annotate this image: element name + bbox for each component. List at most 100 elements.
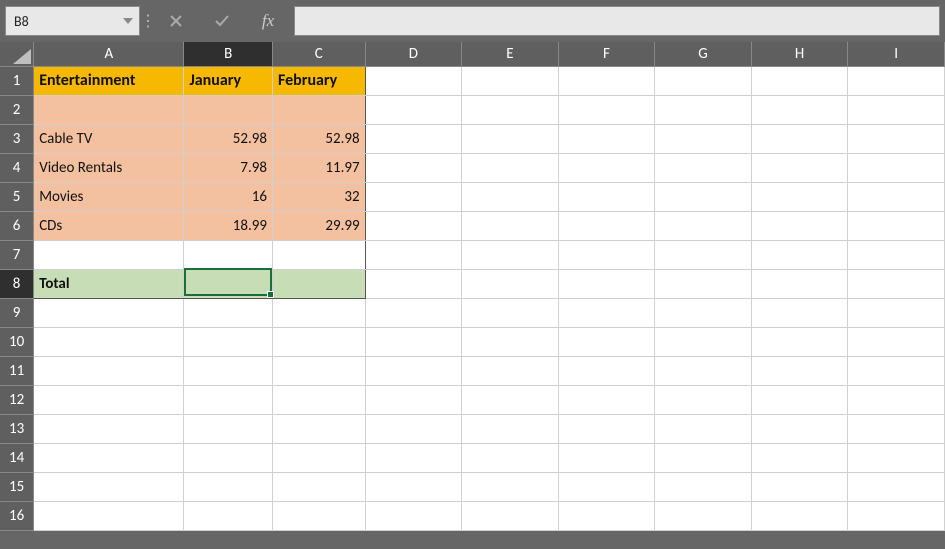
cell-C2[interactable]: [273, 95, 366, 124]
cell-D15[interactable]: [365, 472, 462, 501]
cell-H2[interactable]: [751, 95, 848, 124]
cell-I15[interactable]: [848, 472, 945, 501]
cell-G10[interactable]: [655, 327, 752, 356]
cell-G9[interactable]: [655, 298, 752, 327]
cell-G7[interactable]: [655, 240, 752, 269]
cell-F3[interactable]: [558, 124, 655, 153]
row-header-8[interactable]: 8: [0, 269, 34, 298]
cell-H8[interactable]: [751, 269, 848, 298]
cell-C4[interactable]: 11.97: [273, 153, 366, 182]
cell-E6[interactable]: [462, 211, 559, 240]
cell-I16[interactable]: [848, 501, 945, 530]
cell-B8[interactable]: [184, 269, 273, 298]
cell-H15[interactable]: [751, 472, 848, 501]
cell-E12[interactable]: [462, 385, 559, 414]
row-header-9[interactable]: 9: [0, 298, 34, 327]
cell-B11[interactable]: [184, 356, 273, 385]
row-header-7[interactable]: 7: [0, 240, 34, 269]
cell-I5[interactable]: [848, 182, 945, 211]
cell-F16[interactable]: [558, 501, 655, 530]
cell-D10[interactable]: [365, 327, 462, 356]
column-header-B[interactable]: B: [184, 42, 273, 66]
cell-C1[interactable]: February: [273, 66, 366, 95]
cell-F15[interactable]: [558, 472, 655, 501]
cell-G3[interactable]: [655, 124, 752, 153]
cell-E8[interactable]: [462, 269, 559, 298]
row-header-3[interactable]: 3: [0, 124, 34, 153]
cell-I9[interactable]: [848, 298, 945, 327]
cell-C8[interactable]: [273, 269, 366, 298]
row-header-4[interactable]: 4: [0, 153, 34, 182]
cell-A14[interactable]: [34, 443, 184, 472]
cell-A1[interactable]: Entertainment: [34, 66, 184, 95]
cell-E13[interactable]: [462, 414, 559, 443]
cell-G2[interactable]: [655, 95, 752, 124]
cell-B10[interactable]: [184, 327, 273, 356]
cell-D1[interactable]: [365, 66, 462, 95]
chevron-down-icon[interactable]: [123, 18, 133, 24]
cell-B5[interactable]: 16: [184, 182, 273, 211]
cell-F4[interactable]: [558, 153, 655, 182]
cell-A9[interactable]: [34, 298, 184, 327]
cell-G11[interactable]: [655, 356, 752, 385]
cell-G15[interactable]: [655, 472, 752, 501]
cell-A6[interactable]: CDs: [34, 211, 184, 240]
cell-F2[interactable]: [558, 95, 655, 124]
cell-H7[interactable]: [751, 240, 848, 269]
row-header-11[interactable]: 11: [0, 356, 34, 385]
cell-I1[interactable]: [848, 66, 945, 95]
cell-E1[interactable]: [462, 66, 559, 95]
cell-F14[interactable]: [558, 443, 655, 472]
cell-H13[interactable]: [751, 414, 848, 443]
row-header-12[interactable]: 12: [0, 385, 34, 414]
row-header-13[interactable]: 13: [0, 414, 34, 443]
cell-D2[interactable]: [365, 95, 462, 124]
cell-A2[interactable]: [34, 95, 184, 124]
cell-H9[interactable]: [751, 298, 848, 327]
cell-F11[interactable]: [558, 356, 655, 385]
cell-A16[interactable]: [34, 501, 184, 530]
cell-H14[interactable]: [751, 443, 848, 472]
cell-C12[interactable]: [273, 385, 366, 414]
cell-B6[interactable]: 18.99: [184, 211, 273, 240]
cell-D5[interactable]: [365, 182, 462, 211]
cell-A5[interactable]: Movies: [34, 182, 184, 211]
cell-H4[interactable]: [751, 153, 848, 182]
cell-F8[interactable]: [558, 269, 655, 298]
cell-C13[interactable]: [273, 414, 366, 443]
cell-B1[interactable]: January: [184, 66, 273, 95]
cell-E16[interactable]: [462, 501, 559, 530]
cell-D7[interactable]: [365, 240, 462, 269]
row-header-1[interactable]: 1: [0, 66, 34, 95]
cell-G14[interactable]: [655, 443, 752, 472]
cell-B3[interactable]: 52.98: [184, 124, 273, 153]
cell-E9[interactable]: [462, 298, 559, 327]
cell-B12[interactable]: [184, 385, 273, 414]
cell-I6[interactable]: [848, 211, 945, 240]
cell-B16[interactable]: [184, 501, 273, 530]
row-header-5[interactable]: 5: [0, 182, 34, 211]
cell-B4[interactable]: 7.98: [184, 153, 273, 182]
cell-F6[interactable]: [558, 211, 655, 240]
insert-function-button[interactable]: fx: [248, 6, 288, 36]
cell-C9[interactable]: [273, 298, 366, 327]
cell-I10[interactable]: [848, 327, 945, 356]
row-header-2[interactable]: 2: [0, 95, 34, 124]
cell-F7[interactable]: [558, 240, 655, 269]
row-header-6[interactable]: 6: [0, 211, 34, 240]
cell-D11[interactable]: [365, 356, 462, 385]
cell-I2[interactable]: [848, 95, 945, 124]
row-header-14[interactable]: 14: [0, 443, 34, 472]
cell-D4[interactable]: [365, 153, 462, 182]
cell-A8[interactable]: Total: [34, 269, 184, 298]
cell-D3[interactable]: [365, 124, 462, 153]
cell-G16[interactable]: [655, 501, 752, 530]
cell-C15[interactable]: [273, 472, 366, 501]
cell-D9[interactable]: [365, 298, 462, 327]
cell-C10[interactable]: [273, 327, 366, 356]
cell-E10[interactable]: [462, 327, 559, 356]
cell-E15[interactable]: [462, 472, 559, 501]
column-header-G[interactable]: G: [655, 42, 752, 66]
cell-G8[interactable]: [655, 269, 752, 298]
cell-F1[interactable]: [558, 66, 655, 95]
